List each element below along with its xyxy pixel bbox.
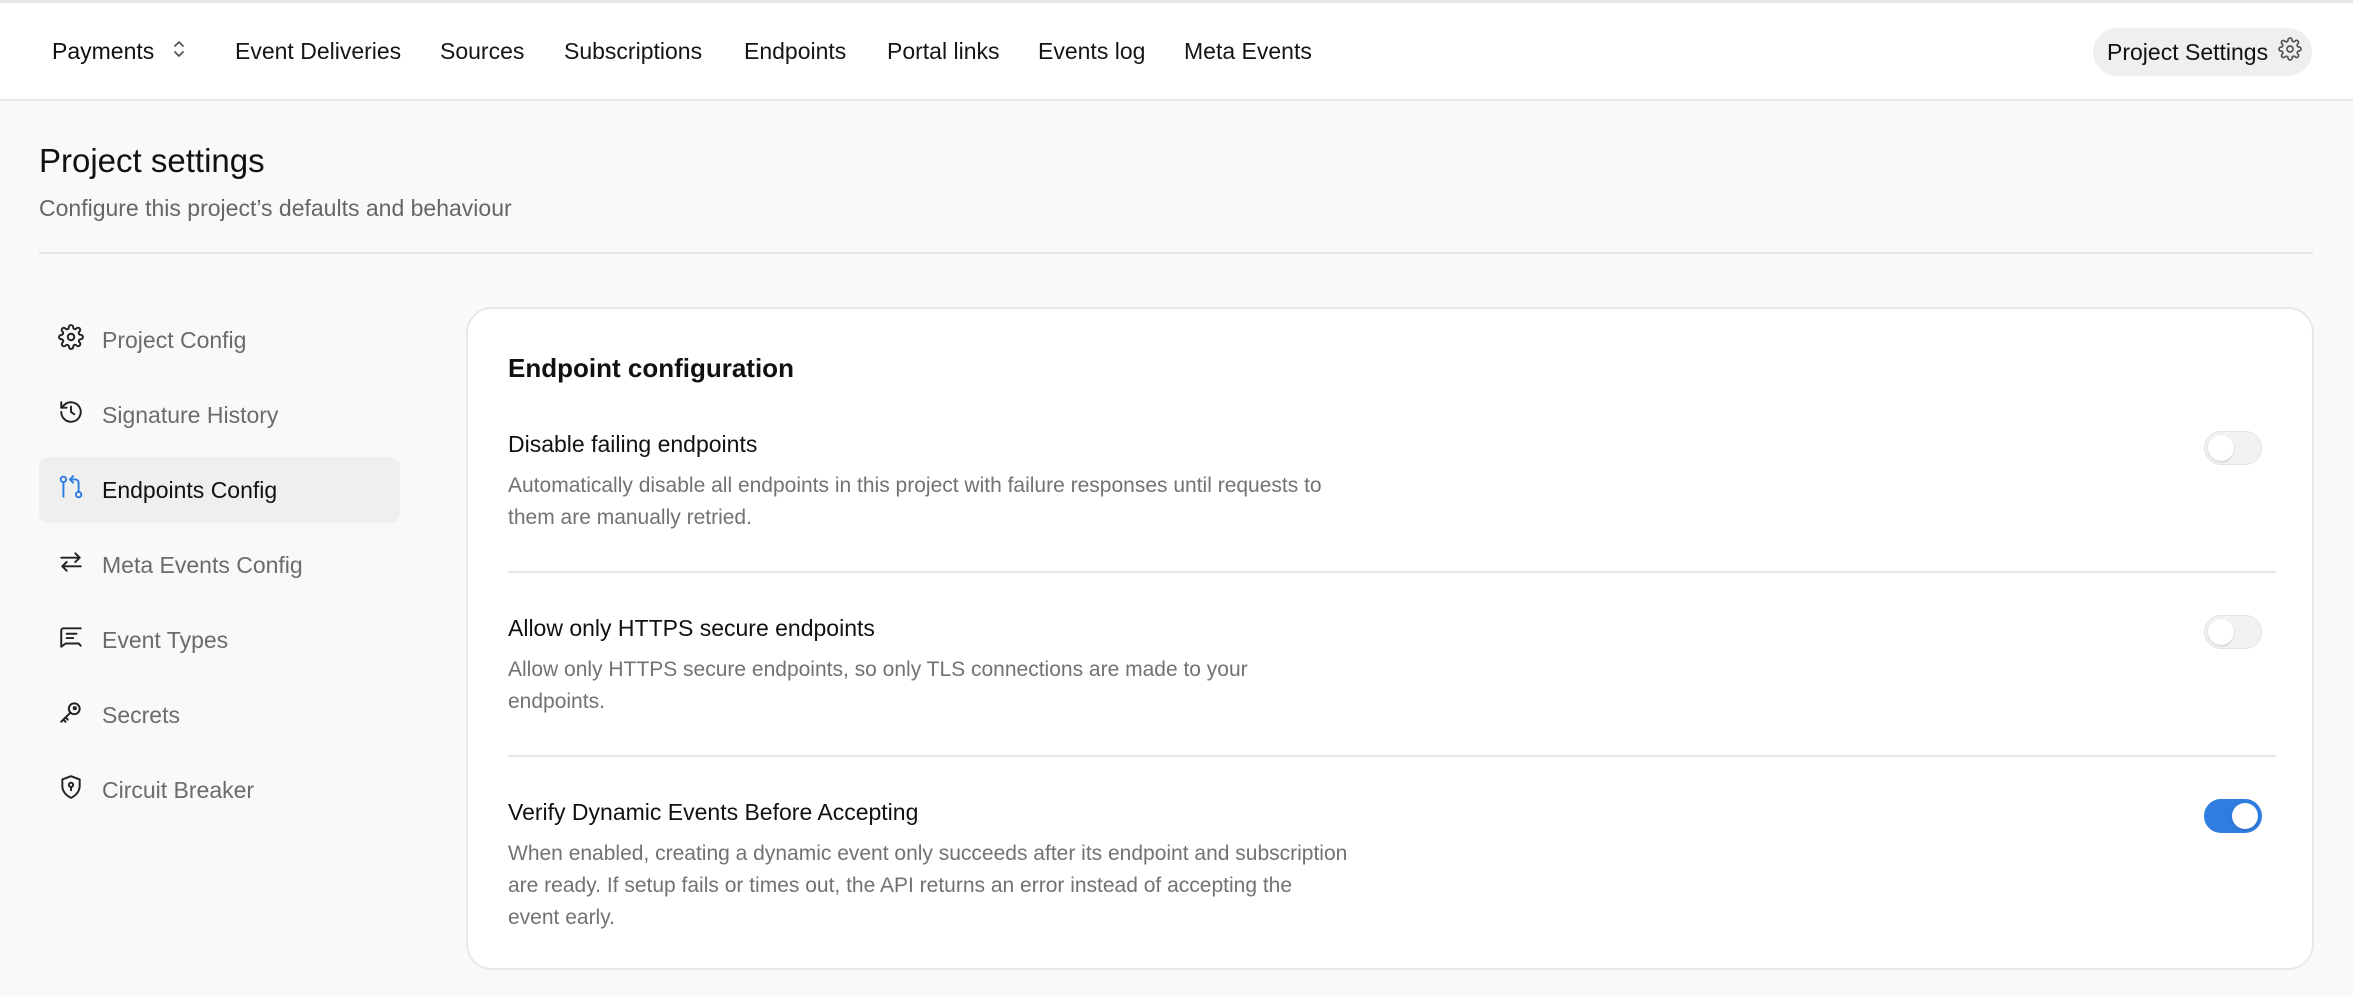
gear-icon [2278, 37, 2302, 67]
nav-event-deliveries[interactable]: Event Deliveries [235, 38, 401, 65]
page-subtitle: Configure this project’s defaults and be… [39, 195, 512, 221]
nav-endpoints[interactable]: Endpoints [744, 38, 846, 65]
disable-failing-endpoints-toggle[interactable] [2204, 431, 2262, 465]
sidebar-item-label: Event Types [102, 626, 229, 653]
sidebar-item-event-types[interactable]: Event Types [39, 607, 400, 673]
shield-icon [58, 774, 84, 806]
sidebar-item-label: Project Config [102, 326, 247, 353]
project-switcher[interactable]: Payments [52, 3, 186, 100]
setting-description: Allow only HTTPS secure endpoints, so on… [508, 658, 1248, 713]
sidebar-item-endpoints-config[interactable]: Endpoints Config [39, 457, 400, 523]
chevron-up-down-icon [172, 38, 186, 66]
setting-divider [508, 755, 2276, 757]
top-navigation-bar: Payments Event Deliveries Sources Subscr… [0, 0, 2353, 101]
setting-title: Disable failing endpoints [508, 431, 758, 457]
header-divider [39, 252, 2313, 254]
nav-sources[interactable]: Sources [440, 38, 524, 65]
history-icon [58, 399, 84, 431]
sidebar-item-signature-history[interactable]: Signature History [39, 382, 400, 448]
endpoint-configuration-card: Endpoint configuration Disable failing e… [466, 307, 2314, 970]
setting-title: Verify Dynamic Events Before Accepting [508, 799, 919, 825]
sidebar-item-circuit-breaker[interactable]: Circuit Breaker [39, 757, 400, 823]
nav-subscriptions[interactable]: Subscriptions [564, 38, 702, 65]
setting-https-only: Allow only HTTPS secure endpoints Allow … [508, 615, 2274, 718]
gear-icon [58, 324, 84, 356]
sidebar-item-label: Secrets [102, 701, 180, 728]
sidebar-item-project-config[interactable]: Project Config [39, 307, 400, 373]
setting-description: Automatically disable all endpoints in t… [508, 474, 1322, 529]
arrows-swap-icon [58, 549, 84, 581]
setting-title: Allow only HTTPS secure endpoints [508, 615, 875, 641]
git-compare-icon [58, 474, 84, 506]
key-icon [58, 699, 84, 731]
setting-divider [508, 571, 2276, 573]
toggle-knob [2232, 803, 2258, 829]
message-list-icon [58, 624, 84, 656]
card-title: Endpoint configuration [508, 353, 794, 383]
sidebar-item-label: Signature History [102, 401, 279, 428]
setting-verify-dynamic-events: Verify Dynamic Events Before Accepting W… [508, 799, 2274, 934]
toggle-knob [2208, 619, 2234, 645]
nav-portal-links[interactable]: Portal links [887, 38, 999, 65]
verify-dynamic-events-toggle[interactable] [2204, 799, 2262, 833]
page-title: Project settings [39, 142, 265, 179]
sidebar-item-label: Circuit Breaker [102, 776, 255, 803]
toggle-knob [2208, 435, 2234, 461]
https-only-toggle[interactable] [2204, 615, 2262, 649]
sidebar-item-label: Endpoints Config [102, 476, 278, 503]
nav-meta-events[interactable]: Meta Events [1184, 38, 1312, 65]
setting-description: When enabled, creating a dynamic event o… [508, 842, 1348, 929]
setting-disable-failing-endpoints: Disable failing endpoints Automatically … [508, 431, 2274, 534]
sidebar-item-meta-events-config[interactable]: Meta Events Config [39, 532, 400, 598]
project-name: Payments [52, 38, 155, 64]
sidebar-item-label: Meta Events Config [102, 551, 303, 578]
nav-events-log[interactable]: Events log [1038, 38, 1145, 65]
sidebar-item-secrets[interactable]: Secrets [39, 682, 400, 748]
project-settings-button[interactable]: Project Settings [2093, 28, 2312, 76]
project-settings-label: Project Settings [2107, 38, 2269, 65]
